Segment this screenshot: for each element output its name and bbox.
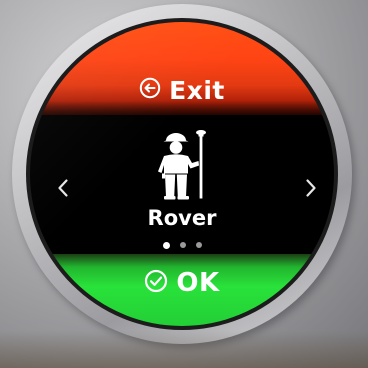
exit-arrow-icon xyxy=(139,77,161,103)
mode-label: Rover xyxy=(147,206,217,230)
round-display: Exit Rover OK xyxy=(30,22,334,326)
chevron-right-icon xyxy=(306,179,316,197)
page-dot xyxy=(179,242,186,248)
table-surface xyxy=(0,330,368,368)
page-dot xyxy=(195,242,202,248)
page-indicator xyxy=(30,241,334,249)
next-mode-button[interactable] xyxy=(300,173,322,203)
rover-surveyor-icon xyxy=(157,128,211,200)
ok-label: OK xyxy=(176,268,220,298)
exit-label: Exit xyxy=(169,75,225,105)
ok-button[interactable]: OK xyxy=(30,264,334,302)
previous-mode-button[interactable] xyxy=(52,173,74,203)
exit-button[interactable]: Exit xyxy=(30,72,334,108)
check-circle-icon xyxy=(144,269,168,297)
page-dot-active xyxy=(162,241,170,249)
chevron-left-icon xyxy=(58,179,68,197)
